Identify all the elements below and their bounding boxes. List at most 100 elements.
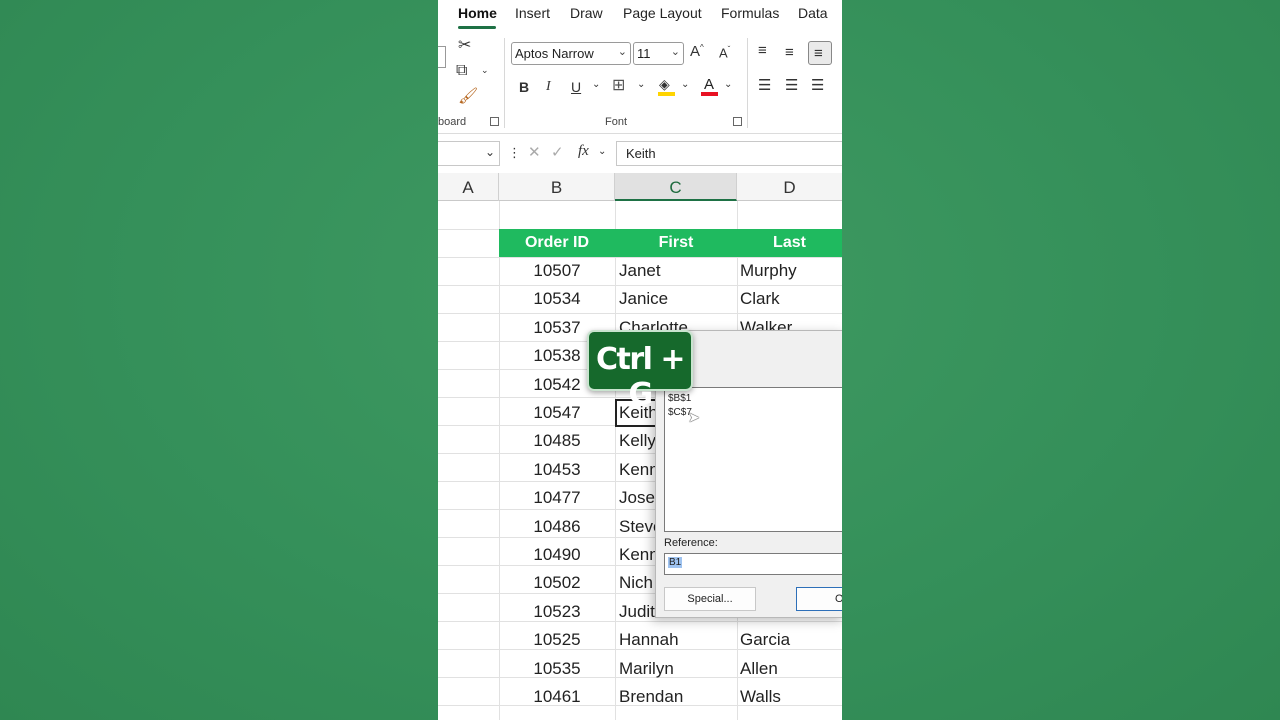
order-id-cell[interactable]: 10547	[499, 403, 615, 423]
bold-button[interactable]: B	[519, 80, 529, 94]
column-header-a[interactable]: A	[438, 173, 499, 201]
insert-function-icon[interactable]: fx	[578, 144, 589, 159]
order-id-cell[interactable]: 10461	[499, 687, 615, 707]
align-bottom-button[interactable]: ≡	[808, 41, 832, 65]
ok-button[interactable]: O	[796, 587, 842, 611]
first-name-cell[interactable]: Kenn	[619, 460, 659, 480]
active-tab-indicator	[458, 26, 496, 29]
underline-button[interactable]: U	[571, 80, 581, 94]
align-top-icon[interactable]: ≡	[758, 43, 767, 58]
underline-dropdown-chevron-icon[interactable]: ⌄	[592, 80, 600, 90]
font-name-combo[interactable]: Aptos Narrow ⌄	[511, 42, 631, 65]
tab-draw[interactable]: Draw	[570, 5, 603, 21]
order-id-cell[interactable]: 10486	[499, 517, 615, 537]
align-middle-icon[interactable]: ≡	[785, 45, 794, 60]
font-name-value: Aptos Narrow	[515, 46, 594, 61]
fill-color-icon[interactable]: ◈	[658, 76, 676, 96]
reference-label: Reference:	[664, 537, 718, 549]
order-id-cell[interactable]: 10502	[499, 573, 615, 593]
special-button[interactable]: Special...	[664, 587, 756, 611]
first-name-cell[interactable]: Marilyn	[619, 659, 674, 679]
column-header-c[interactable]: C	[615, 173, 737, 201]
header-first[interactable]: First	[615, 229, 737, 257]
first-name-cell[interactable]: Brendan	[619, 687, 683, 707]
more-options-icon[interactable]: ⋮	[508, 146, 521, 159]
ribbon: Home Insert Draw Page Layout Formulas Da…	[438, 0, 842, 134]
paste-button[interactable]	[438, 46, 446, 68]
clipboard-dialog-launcher-icon[interactable]	[490, 117, 499, 126]
reference-input[interactable]: B1	[664, 553, 842, 575]
chevron-down-icon[interactable]: ⌄	[598, 147, 606, 157]
table-row: 10535 Marilyn Allen	[438, 655, 842, 683]
align-center-icon[interactable]: ☰	[785, 78, 798, 93]
fill-dropdown-chevron-icon[interactable]: ⌄	[681, 80, 689, 90]
confirm-entry-icon[interactable]: ✓	[551, 145, 564, 160]
tab-formulas[interactable]: Formulas	[721, 5, 779, 21]
first-name-cell[interactable]: Hannah	[619, 630, 679, 650]
borders-icon[interactable]: ⊞	[612, 78, 625, 94]
order-id-cell[interactable]: 10485	[499, 431, 615, 451]
goto-list[interactable]: $B$1 $C$7 ➤	[664, 387, 842, 532]
borders-dropdown-chevron-icon[interactable]: ⌄	[637, 80, 645, 90]
cancel-entry-icon[interactable]: ✕	[528, 145, 541, 160]
first-name-cell[interactable]: Janice	[619, 289, 668, 309]
font-dialog-launcher-icon[interactable]	[733, 117, 742, 126]
font-color-dropdown-chevron-icon[interactable]: ⌄	[724, 80, 732, 90]
group-divider	[747, 38, 748, 128]
italic-button[interactable]: I	[546, 80, 551, 94]
order-id-cell[interactable]: 10534	[499, 289, 615, 309]
formula-value: Keith	[626, 146, 656, 161]
order-id-cell[interactable]: 10523	[499, 602, 615, 622]
first-name-cell[interactable]: Janet	[619, 261, 661, 281]
format-painter-icon[interactable]: 🖌	[458, 89, 478, 105]
align-left-icon[interactable]: ☰	[758, 78, 771, 93]
chevron-down-icon: ⌄	[484, 145, 495, 159]
tab-data[interactable]: Data	[798, 5, 828, 21]
copy-icon[interactable]: ⧉	[456, 63, 467, 79]
order-id-cell[interactable]: 10507	[499, 261, 615, 281]
first-name-cell[interactable]: Kenn	[619, 545, 659, 565]
special-button-label: Special...	[687, 593, 733, 605]
order-id-cell[interactable]: 10525	[499, 630, 615, 650]
shortcut-badge: Ctrl + G	[587, 330, 693, 412]
header-order-id[interactable]: Order ID	[499, 229, 615, 257]
name-box[interactable]: ⌄	[438, 141, 500, 166]
last-name-cell[interactable]: Garcia	[740, 630, 790, 650]
mouse-pointer-icon: ➤	[688, 409, 700, 425]
tab-home[interactable]: Home	[458, 5, 497, 21]
font-group-label: Font	[605, 116, 628, 128]
decrease-font-size-icon[interactable]: Aˇ	[719, 46, 730, 60]
order-id-cell[interactable]: 10477	[499, 488, 615, 508]
order-id-cell[interactable]: 10490	[499, 545, 615, 565]
cut-icon[interactable]: ✂	[458, 38, 471, 54]
last-name-cell[interactable]: Walls	[740, 687, 781, 707]
table-header-row: Order ID First Last	[499, 229, 842, 257]
font-size-combo[interactable]: 11 ⌄	[633, 42, 684, 65]
order-id-cell[interactable]: 10453	[499, 460, 615, 480]
order-id-cell[interactable]: 10535	[499, 659, 615, 679]
font-color-icon[interactable]: A	[701, 76, 719, 96]
last-name-cell[interactable]: Clark	[740, 289, 780, 309]
last-name-cell[interactable]: Allen	[740, 659, 778, 679]
chevron-down-icon: ⌄	[670, 46, 680, 58]
table-row: 10525 Hannah Garcia	[438, 626, 842, 654]
tab-insert[interactable]: Insert	[515, 5, 550, 21]
font-size-value: 11	[637, 46, 651, 61]
formula-input[interactable]: Keith	[616, 141, 842, 166]
fill-color-swatch	[658, 92, 675, 96]
increase-font-size-icon[interactable]: A^	[690, 44, 704, 60]
align-right-icon[interactable]: ☰	[811, 78, 824, 93]
header-last[interactable]: Last	[737, 229, 842, 257]
column-header-d[interactable]: D	[737, 173, 842, 201]
first-name-cell[interactable]: Kelly	[619, 431, 656, 451]
first-name-cell[interactable]: Nich	[619, 573, 653, 593]
align-bottom-icon: ≡	[814, 45, 823, 62]
column-header-b[interactable]: B	[499, 173, 615, 201]
last-name-cell[interactable]: Murphy	[740, 261, 797, 281]
goto-list-item[interactable]: $B$1	[668, 392, 842, 406]
tab-page-layout[interactable]: Page Layout	[623, 5, 702, 21]
chevron-down-icon: ⌄	[617, 46, 627, 58]
table-row: 10507 Janet Murphy	[438, 257, 842, 285]
font-color-swatch	[701, 92, 718, 96]
copy-dropdown-chevron-icon[interactable]: ⌄	[481, 66, 489, 75]
